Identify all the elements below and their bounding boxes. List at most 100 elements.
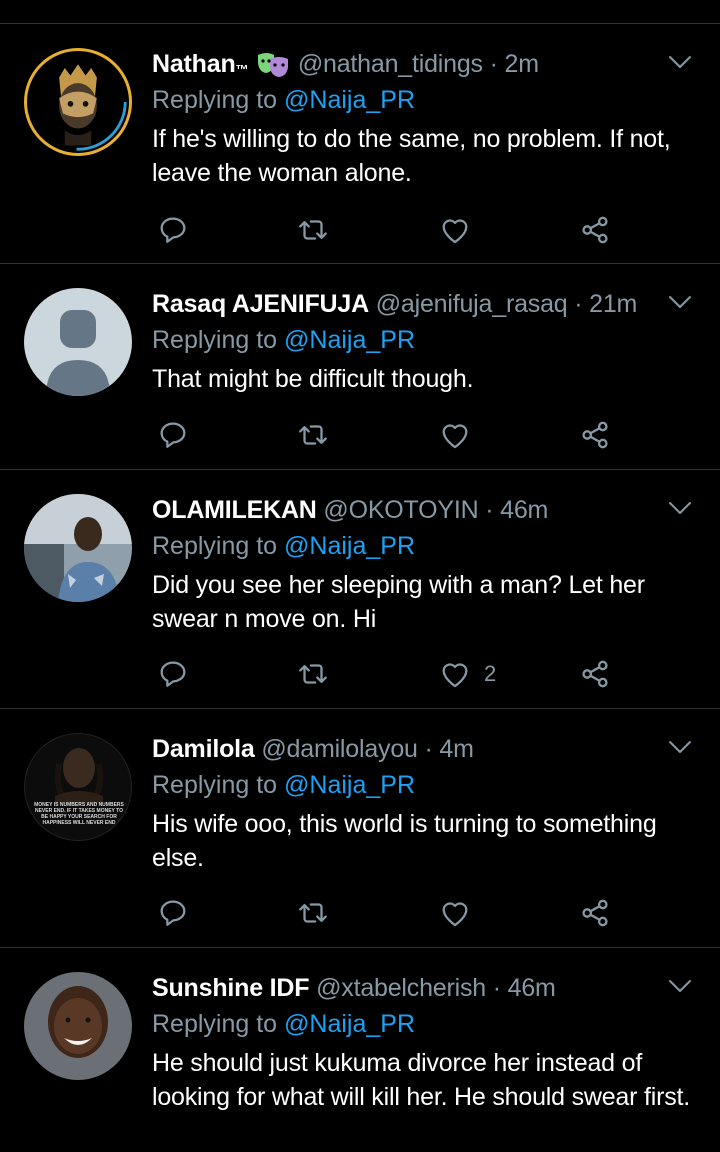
tweet[interactable]: Nathan™ @nathan_tidings · 2m Replying to… — [0, 24, 720, 264]
tweet-header: Rasaq AJENIFUJA @ajenifuja_rasaq · 21m — [152, 286, 696, 322]
timestamp[interactable]: 4m — [439, 735, 474, 763]
replying-prefix: Replying to — [152, 1010, 285, 1038]
tweet-text: His wife ooo, this world is turning to s… — [152, 810, 657, 872]
retweet-icon — [296, 896, 330, 930]
separator: · — [567, 290, 590, 318]
heart-icon — [438, 896, 472, 930]
replying-to: Replying to @Naija_PR — [152, 82, 696, 118]
timestamp[interactable]: 21m — [589, 290, 637, 318]
display-name[interactable]: Damilola — [152, 735, 255, 763]
tweet-header: Damilola @damilolayou · 4m — [152, 731, 696, 767]
separator: · — [478, 496, 501, 524]
reply-icon — [156, 418, 190, 452]
tweet[interactable]: MONEY IS NUMBERS AND NUMBERS NEVER END. … — [0, 709, 720, 948]
top-divider — [0, 0, 720, 24]
action-bar: 2 — [152, 654, 696, 694]
reply-icon — [156, 896, 190, 930]
handle[interactable]: @OKOTOYIN — [323, 496, 478, 524]
trademark-symbol: ™ — [235, 62, 249, 77]
retweet-button[interactable] — [296, 210, 330, 250]
action-bar — [152, 893, 696, 933]
like-count: 2 — [484, 661, 497, 686]
timestamp[interactable]: 46m — [500, 496, 548, 524]
timestamp[interactable]: 2m — [504, 50, 539, 78]
replying-handle-link[interactable]: @Naija_PR — [284, 1010, 415, 1038]
reply-button[interactable] — [156, 210, 190, 250]
tweet-header: Nathan™ @nathan_tidings · 2m — [152, 46, 696, 82]
chevron-down-icon[interactable] — [668, 739, 692, 755]
heart-icon — [438, 657, 472, 691]
reply-button[interactable] — [156, 893, 190, 933]
share-icon — [578, 418, 612, 452]
replying-prefix: Replying to — [152, 86, 285, 114]
avatar[interactable] — [24, 48, 132, 156]
tweet-header: OLAMILEKAN @OKOTOYIN · 46m — [152, 492, 696, 528]
reply-icon — [156, 657, 190, 691]
avatar[interactable] — [24, 494, 132, 602]
retweet-button[interactable] — [296, 893, 330, 933]
tweet[interactable]: Sunshine IDF @xtabelcherish · 46m Replyi… — [0, 948, 720, 1148]
separator: · — [485, 974, 508, 1002]
handle[interactable]: @damilolayou — [261, 735, 418, 763]
share-icon — [578, 213, 612, 247]
chevron-down-icon[interactable] — [668, 978, 692, 994]
heart-icon — [438, 418, 472, 452]
replying-to: Replying to @Naija_PR — [152, 767, 696, 803]
tweet-text: He should just kukuma divorce her instea… — [152, 1049, 691, 1111]
tweet-text: That might be difficult though. — [152, 365, 474, 393]
display-name[interactable]: Nathan — [152, 50, 236, 78]
replying-prefix: Replying to — [152, 771, 285, 799]
timestamp[interactable]: 46m — [508, 974, 556, 1002]
avatar-quote-text: MONEY IS NUMBERS AND NUMBERS NEVER END. … — [34, 802, 124, 826]
action-bar — [152, 210, 696, 250]
tweet[interactable]: OLAMILEKAN @OKOTOYIN · 46m Replying to @… — [0, 470, 720, 709]
retweet-button[interactable] — [296, 654, 330, 694]
replying-to: Replying to @Naija_PR — [152, 322, 696, 358]
display-name[interactable]: Rasaq AJENIFUJA — [152, 290, 369, 318]
share-button[interactable] — [578, 210, 612, 250]
tweet-text: Did you see her sleeping with a man? Let… — [152, 571, 645, 633]
retweet-icon — [296, 213, 330, 247]
chevron-down-icon[interactable] — [668, 294, 692, 310]
share-button[interactable] — [578, 415, 612, 455]
heart-icon — [438, 213, 472, 247]
separator: · — [482, 50, 505, 78]
like-button[interactable] — [438, 415, 484, 455]
replying-prefix: Replying to — [152, 532, 285, 560]
display-name[interactable]: Sunshine IDF — [152, 974, 310, 1002]
replying-prefix: Replying to — [152, 326, 285, 354]
replying-handle-link[interactable]: @Naija_PR — [284, 771, 415, 799]
replying-handle-link[interactable]: @Naija_PR — [284, 532, 415, 560]
tweet-text: If he's willing to do the same, no probl… — [152, 125, 671, 187]
share-icon — [578, 657, 612, 691]
tweet[interactable]: Rasaq AJENIFUJA @ajenifuja_rasaq · 21m R… — [0, 264, 720, 470]
handle[interactable]: @xtabelcherish — [316, 974, 486, 1002]
avatar[interactable]: MONEY IS NUMBERS AND NUMBERS NEVER END. … — [24, 733, 132, 841]
replying-handle-link[interactable]: @Naija_PR — [284, 86, 415, 114]
like-button[interactable] — [438, 210, 484, 250]
share-button[interactable] — [578, 893, 612, 933]
replying-handle-link[interactable]: @Naija_PR — [284, 326, 415, 354]
reply-button[interactable] — [156, 654, 190, 694]
chevron-down-icon[interactable] — [668, 500, 692, 516]
retweet-icon — [296, 418, 330, 452]
display-name[interactable]: OLAMILEKAN — [152, 496, 317, 524]
reply-icon — [156, 213, 190, 247]
reply-button[interactable] — [156, 415, 190, 455]
retweet-button[interactable] — [296, 415, 330, 455]
avatar[interactable] — [24, 288, 132, 396]
share-button[interactable] — [578, 654, 612, 694]
handle[interactable]: @nathan_tidings — [298, 50, 483, 78]
replying-to: Replying to @Naija_PR — [152, 528, 696, 564]
drama-masks-emoji-icon — [255, 50, 291, 80]
tweet-header: Sunshine IDF @xtabelcherish · 46m — [152, 970, 696, 1006]
like-button[interactable] — [438, 893, 484, 933]
handle[interactable]: @ajenifuja_rasaq — [376, 290, 568, 318]
reply-feed: Nathan™ @nathan_tidings · 2m Replying to… — [0, 24, 720, 1148]
replying-to: Replying to @Naija_PR — [152, 1006, 696, 1042]
share-icon — [578, 896, 612, 930]
like-button[interactable]: 2 — [438, 654, 496, 694]
action-bar — [152, 415, 696, 455]
chevron-down-icon[interactable] — [668, 54, 692, 70]
avatar[interactable] — [24, 972, 132, 1080]
